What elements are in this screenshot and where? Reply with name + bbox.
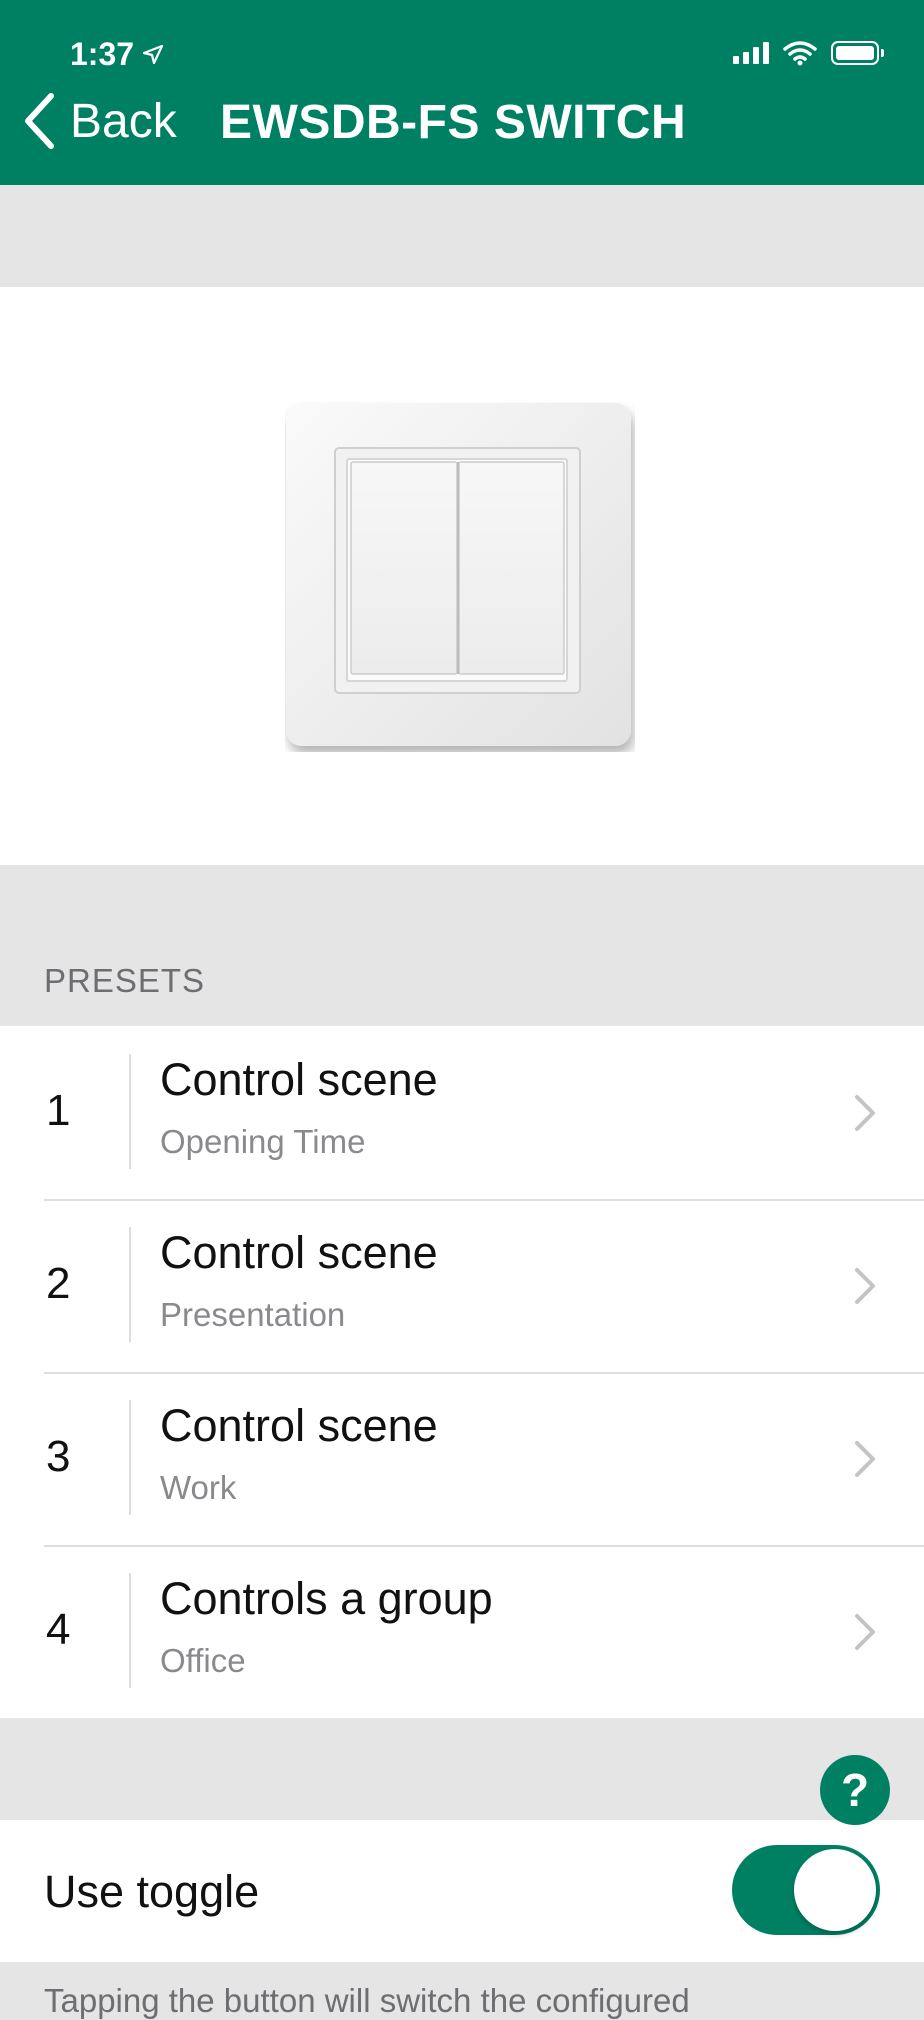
use-toggle-row: Use toggle (0, 1820, 924, 1962)
battery-icon (831, 41, 884, 65)
row-divider (129, 1054, 131, 1169)
preset-title: Controls a group (160, 1573, 493, 1624)
preset-row-3[interactable]: 3 Control scene Work (0, 1372, 924, 1545)
status-time: 1:37 (70, 36, 164, 73)
row-divider (129, 1400, 131, 1515)
navigation-bar: 1:37 Back EWSDB-FS SWITCH (0, 0, 924, 185)
row-divider (129, 1573, 131, 1688)
location-arrow-icon (142, 44, 164, 64)
preset-title: Control scene (160, 1227, 438, 1278)
status-time-label: 1:37 (70, 36, 135, 72)
use-toggle-switch[interactable] (732, 1845, 880, 1935)
chevron-right-icon (855, 1441, 875, 1477)
back-button[interactable]: Back (22, 92, 177, 150)
wifi-icon (783, 41, 817, 66)
preset-subtitle: Opening Time (160, 1123, 366, 1160)
status-icons (733, 40, 884, 66)
toggle-description: Tapping the button will switch the confi… (44, 1982, 690, 2019)
help-button[interactable]: ? (820, 1755, 890, 1825)
cellular-signal-icon (733, 42, 769, 64)
preset-row-4[interactable]: 4 Controls a group Office (0, 1545, 924, 1718)
back-label: Back (70, 94, 177, 148)
preset-number: 1 (46, 1086, 71, 1135)
page-title: EWSDB-FS SWITCH (220, 96, 687, 149)
presets-list: 1 Control scene Opening Time 2 Control s… (0, 1026, 924, 1718)
chevron-left-icon (25, 93, 54, 149)
toggle-knob (794, 1849, 876, 1931)
preset-subtitle: Office (160, 1642, 246, 1679)
preset-title: Control scene (160, 1400, 438, 1451)
preset-number: 4 (46, 1605, 71, 1654)
preset-number: 2 (46, 1259, 71, 1308)
chevron-right-icon (855, 1614, 875, 1650)
device-image-area (0, 287, 924, 865)
question-mark-icon: ? (840, 1764, 870, 1816)
chevron-right-icon (855, 1095, 875, 1131)
use-toggle-label: Use toggle (44, 1866, 260, 1917)
preset-subtitle: Work (160, 1469, 237, 1506)
preset-row-1[interactable]: 1 Control scene Opening Time (0, 1026, 924, 1199)
preset-subtitle: Presentation (160, 1296, 346, 1333)
preset-title: Control scene (160, 1054, 438, 1105)
chevron-right-icon (855, 1268, 875, 1304)
row-divider (129, 1227, 131, 1342)
preset-row-2[interactable]: 2 Control scene Presentation (0, 1199, 924, 1372)
preset-number: 3 (46, 1432, 71, 1481)
presets-section-header: PRESETS (44, 962, 206, 999)
light-switch-image (286, 403, 631, 746)
